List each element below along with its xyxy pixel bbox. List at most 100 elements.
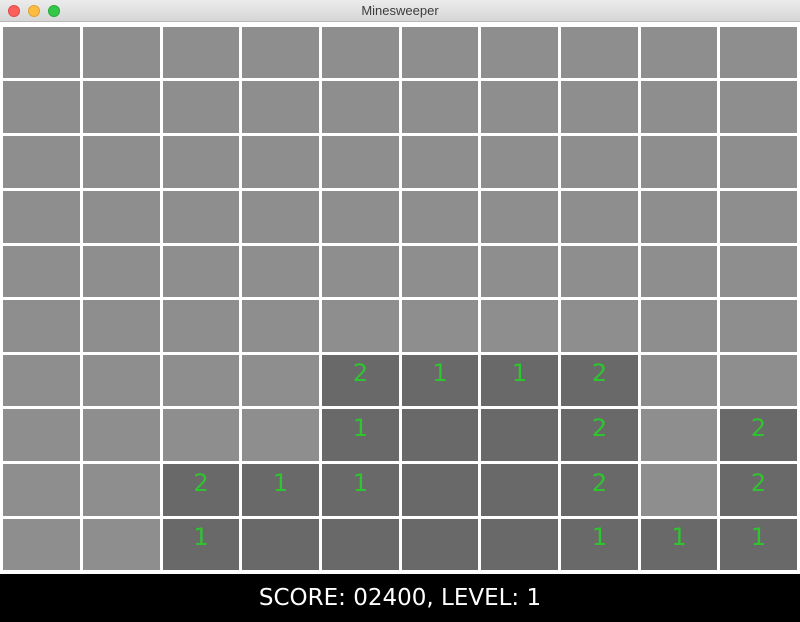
hidden-cell[interactable] [163,246,239,297]
hidden-cell[interactable] [83,246,160,297]
hidden-cell[interactable] [561,191,638,243]
hidden-cell[interactable] [163,136,239,188]
hidden-cell[interactable] [3,81,80,133]
hidden-cell[interactable] [561,136,638,188]
revealed-cell[interactable]: 2 [561,355,638,406]
revealed-cell[interactable]: 1 [641,519,717,570]
revealed-cell[interactable] [402,409,478,461]
hidden-cell[interactable] [3,355,80,406]
revealed-cell[interactable]: 1 [242,464,319,516]
hidden-cell[interactable] [163,300,239,352]
revealed-cell[interactable]: 2 [322,355,399,406]
hidden-cell[interactable] [481,246,558,297]
hidden-cell[interactable] [322,81,399,133]
hidden-cell[interactable] [720,191,797,243]
revealed-cell[interactable]: 1 [481,355,558,406]
revealed-cell[interactable] [481,409,558,461]
hidden-cell[interactable] [242,246,319,297]
hidden-cell[interactable] [402,246,478,297]
revealed-cell[interactable]: 2 [561,464,638,516]
hidden-cell[interactable] [402,136,478,188]
hidden-cell[interactable] [641,81,717,133]
revealed-cell[interactable]: 1 [402,355,478,406]
hidden-cell[interactable] [720,81,797,133]
hidden-cell[interactable] [481,27,558,78]
hidden-cell[interactable] [481,136,558,188]
hidden-cell[interactable] [720,27,797,78]
hidden-cell[interactable] [83,81,160,133]
hidden-cell[interactable] [163,81,239,133]
hidden-cell[interactable] [3,464,80,516]
hidden-cell[interactable] [641,246,717,297]
revealed-cell[interactable] [481,519,558,570]
revealed-cell[interactable] [322,519,399,570]
revealed-cell[interactable]: 1 [322,464,399,516]
hidden-cell[interactable] [83,27,160,78]
hidden-cell[interactable] [641,464,717,516]
hidden-cell[interactable] [641,409,717,461]
hidden-cell[interactable] [83,136,160,188]
hidden-cell[interactable] [641,191,717,243]
hidden-cell[interactable] [242,27,319,78]
hidden-cell[interactable] [561,300,638,352]
revealed-cell[interactable] [242,519,319,570]
hidden-cell[interactable] [322,27,399,78]
hidden-cell[interactable] [641,136,717,188]
revealed-cell[interactable] [402,464,478,516]
revealed-cell[interactable]: 2 [720,409,797,461]
hidden-cell[interactable] [720,300,797,352]
revealed-cell[interactable] [402,519,478,570]
hidden-cell[interactable] [242,191,319,243]
hidden-cell[interactable] [163,191,239,243]
hidden-cell[interactable] [163,27,239,78]
hidden-cell[interactable] [641,27,717,78]
hidden-cell[interactable] [3,300,80,352]
hidden-cell[interactable] [3,519,80,570]
hidden-cell[interactable] [402,27,478,78]
hidden-cell[interactable] [561,81,638,133]
hidden-cell[interactable] [322,246,399,297]
hidden-cell[interactable] [3,27,80,78]
hidden-cell[interactable] [561,246,638,297]
hidden-cell[interactable] [242,409,319,461]
hidden-cell[interactable] [83,300,160,352]
hidden-cell[interactable] [402,300,478,352]
revealed-cell[interactable]: 2 [720,464,797,516]
hidden-cell[interactable] [242,136,319,188]
revealed-cell[interactable]: 1 [163,519,239,570]
hidden-cell[interactable] [561,27,638,78]
revealed-cell[interactable]: 2 [163,464,239,516]
hidden-cell[interactable] [402,191,478,243]
hidden-cell[interactable] [322,300,399,352]
hidden-cell[interactable] [402,81,478,133]
revealed-cell[interactable]: 2 [561,409,638,461]
hidden-cell[interactable] [83,409,160,461]
hidden-cell[interactable] [322,136,399,188]
revealed-cell[interactable]: 1 [561,519,638,570]
hidden-cell[interactable] [242,81,319,133]
hidden-cell[interactable] [481,191,558,243]
hidden-cell[interactable] [83,355,160,406]
hidden-cell[interactable] [163,409,239,461]
hidden-cell[interactable] [3,409,80,461]
revealed-cell[interactable]: 1 [322,409,399,461]
hidden-cell[interactable] [720,355,797,406]
hidden-cell[interactable] [3,246,80,297]
hidden-cell[interactable] [242,355,319,406]
hidden-cell[interactable] [242,300,319,352]
hidden-cell[interactable] [3,191,80,243]
hidden-cell[interactable] [83,464,160,516]
hidden-cell[interactable] [720,246,797,297]
hidden-cell[interactable] [3,136,80,188]
hidden-cell[interactable] [720,136,797,188]
hidden-cell[interactable] [83,519,160,570]
hidden-cell[interactable] [481,300,558,352]
hidden-cell[interactable] [481,81,558,133]
hidden-cell[interactable] [641,355,717,406]
hidden-cell[interactable] [83,191,160,243]
hidden-cell[interactable] [322,191,399,243]
revealed-cell[interactable] [481,464,558,516]
hidden-cell[interactable] [641,300,717,352]
revealed-cell[interactable]: 1 [720,519,797,570]
hidden-cell[interactable] [163,355,239,406]
